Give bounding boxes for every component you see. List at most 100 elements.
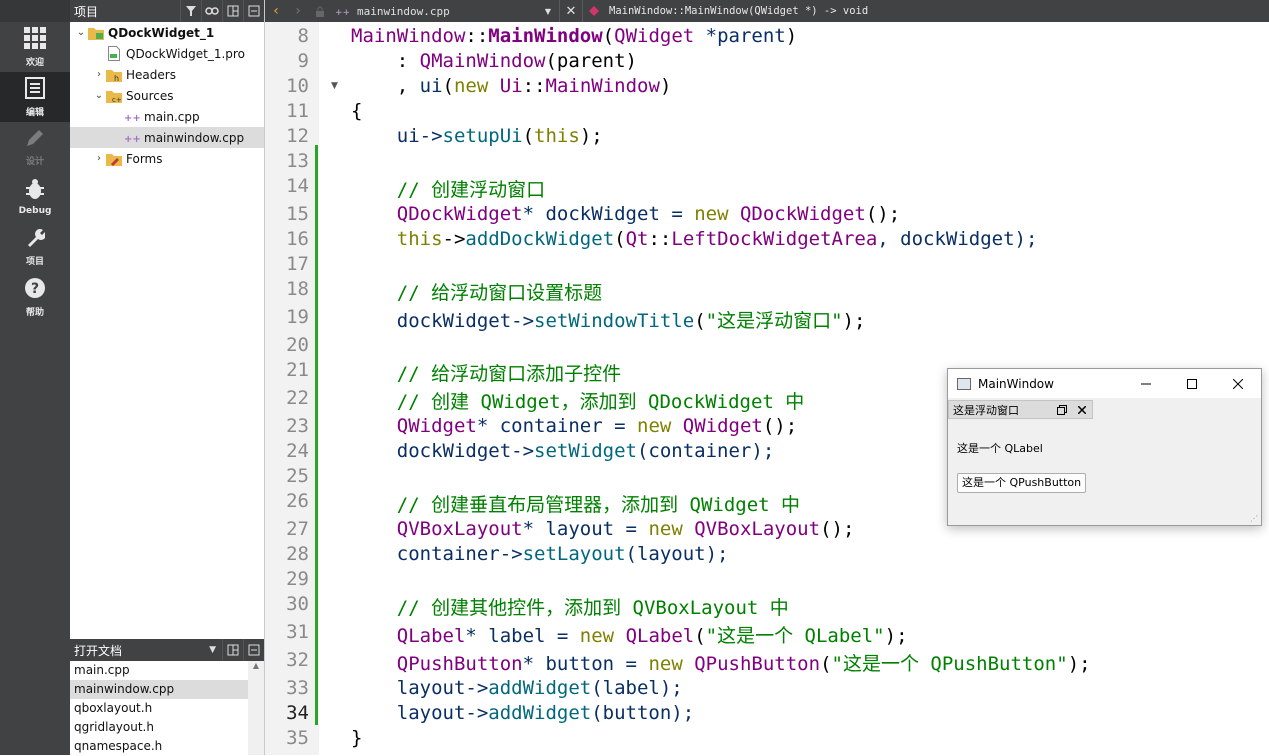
tree-item[interactable]: › Forms bbox=[70, 148, 264, 169]
close-panel-icon[interactable] bbox=[243, 0, 264, 22]
mode-3[interactable]: Debug bbox=[0, 172, 70, 222]
svg-text:?: ? bbox=[31, 281, 39, 297]
code-token: MainWindow bbox=[351, 25, 466, 47]
code-token: (); bbox=[762, 415, 798, 437]
code-line: // 创建垂直布局管理器，添加到 QWidget 中 bbox=[351, 490, 800, 517]
code-token: setLayout bbox=[522, 543, 626, 565]
tree-item[interactable]: ⌄ c++ Sources bbox=[70, 85, 264, 106]
close-file-icon[interactable]: ✕ bbox=[560, 0, 582, 22]
window-titlebar[interactable]: MainWindow bbox=[948, 369, 1261, 398]
dock-widget-titlebar[interactable]: 这是浮动窗口 bbox=[948, 400, 1093, 419]
code-token: new bbox=[579, 625, 615, 647]
resize-grip-icon[interactable]: ⋰ bbox=[1250, 514, 1258, 523]
line-number: 10 bbox=[286, 75, 309, 97]
line-number: 13 bbox=[286, 150, 309, 172]
pro-file-icon bbox=[106, 46, 122, 62]
dock-close-icon[interactable] bbox=[1072, 405, 1092, 414]
mode-5[interactable]: ? 帮助 bbox=[0, 272, 70, 322]
code-line: } bbox=[351, 727, 362, 749]
code-line: container->setLayout(layout); bbox=[351, 543, 729, 565]
tree-item-label: QDockWidget_1 bbox=[108, 25, 215, 40]
tree-item[interactable]: ⌄ QDockWidget_1 bbox=[70, 22, 264, 43]
code-token: QDockWidget bbox=[396, 203, 523, 225]
line-number: 35 bbox=[286, 727, 309, 749]
minimize-icon[interactable] bbox=[1123, 369, 1169, 398]
split-icon[interactable] bbox=[222, 0, 243, 22]
cpp-file-icon: ++ bbox=[124, 109, 140, 125]
code-line: : QMainWindow(parent) bbox=[351, 50, 637, 72]
chevron-right-icon[interactable]: › bbox=[92, 153, 106, 164]
open-document-item[interactable]: qnamespace.h bbox=[70, 737, 248, 756]
float-restore-icon[interactable] bbox=[1052, 404, 1072, 415]
tree-item[interactable]: QDockWidget_1.pro bbox=[70, 43, 264, 64]
back-arrow-icon[interactable]: ‹ bbox=[265, 0, 287, 22]
code-token: layout-> bbox=[351, 702, 489, 724]
open-documents-list: main.cpp mainwindow.cpp qboxlayout.h qgridl… bbox=[70, 661, 248, 756]
file-dropdown-icon[interactable]: ▼ bbox=[537, 0, 559, 22]
code-token: container-> bbox=[351, 543, 523, 565]
qpushbutton[interactable]: 这是一个 QPushButton bbox=[957, 473, 1087, 493]
open-file-name[interactable]: mainwindow.cpp bbox=[357, 5, 537, 18]
code-line: this->addDockWidget(Qt::LeftDockWidgetAr… bbox=[351, 228, 1038, 250]
open-document-item[interactable]: mainwindow.cpp bbox=[70, 680, 248, 699]
link-icon[interactable] bbox=[201, 0, 222, 22]
code-token: setWindowTitle bbox=[534, 310, 695, 332]
filter-icon[interactable] bbox=[180, 0, 201, 22]
cpp-file-icon: ++ bbox=[124, 130, 140, 146]
code-token: ) bbox=[659, 75, 672, 97]
code-line: , ui(new Ui::MainWindow) bbox=[351, 75, 672, 97]
mode-4[interactable]: 项目 bbox=[0, 222, 70, 272]
code-token: this bbox=[534, 125, 580, 147]
code-token: , bbox=[351, 75, 420, 97]
tree-item[interactable]: ++ mainwindow.cpp bbox=[70, 127, 264, 148]
current-function[interactable]: MainWindow::MainWindow(QWidget *) -> voi… bbox=[609, 5, 868, 17]
chevron-down-icon[interactable]: ⌄ bbox=[74, 27, 88, 38]
open-documents-title[interactable]: 打开文档 bbox=[74, 642, 209, 659]
code-token: ( bbox=[522, 125, 535, 147]
line-number: 17 bbox=[286, 253, 309, 275]
fold-marker-icon[interactable]: ▼ bbox=[331, 81, 338, 91]
code-token: // 创建浮动窗口 bbox=[351, 179, 546, 201]
line-number: 33 bbox=[286, 677, 309, 699]
code-token: setupUi bbox=[442, 125, 523, 147]
tree-item[interactable]: ++ main.cpp bbox=[70, 106, 264, 127]
open-document-item[interactable]: qgridlayout.h bbox=[70, 718, 248, 737]
code-token: ); bbox=[1067, 653, 1091, 675]
code-token: ( bbox=[694, 310, 706, 332]
close-icon[interactable] bbox=[1215, 369, 1261, 398]
line-number: 15 bbox=[286, 203, 309, 225]
mode-label: 帮助 bbox=[25, 307, 44, 318]
tree-item[interactable]: › h Headers bbox=[70, 64, 264, 85]
line-number: 19 bbox=[286, 306, 309, 328]
code-token: addWidget bbox=[488, 677, 592, 699]
mode-0[interactable]: 欢迎 bbox=[0, 22, 70, 72]
chevron-down-icon[interactable]: ▼ bbox=[209, 645, 216, 655]
chevron-right-icon[interactable]: › bbox=[92, 69, 106, 80]
code-token: ) bbox=[785, 25, 798, 47]
code-token: ( bbox=[442, 75, 454, 97]
mode-1[interactable]: 编辑 bbox=[0, 72, 70, 122]
project-panel-title[interactable]: 项目 bbox=[74, 3, 180, 20]
code-line: QWidget* container = new QWidget(); bbox=[351, 415, 797, 437]
chevron-down-icon[interactable]: ⌄ bbox=[92, 90, 106, 101]
code-token: QDockWidget bbox=[739, 203, 866, 225]
mode-2[interactable]: 设计 bbox=[0, 122, 70, 172]
open-document-item[interactable]: qboxlayout.h bbox=[70, 699, 248, 718]
wrench-icon bbox=[25, 228, 46, 254]
split-icon[interactable] bbox=[222, 639, 243, 661]
code-token: "这是一个 QPushButton" bbox=[831, 653, 1068, 675]
maximize-icon[interactable] bbox=[1169, 369, 1215, 398]
forward-arrow-icon[interactable]: › bbox=[287, 0, 309, 22]
code-token: new bbox=[648, 518, 683, 540]
window-title: MainWindow bbox=[978, 376, 1054, 391]
lock-icon[interactable] bbox=[309, 0, 331, 22]
line-number: 23 bbox=[286, 415, 309, 437]
code-token: QPushButton bbox=[694, 653, 821, 675]
open-document-item[interactable]: main.cpp bbox=[70, 661, 248, 680]
code-line: // 创建浮动窗口 bbox=[351, 175, 545, 202]
cpp-file-icon: ++ bbox=[331, 0, 353, 22]
